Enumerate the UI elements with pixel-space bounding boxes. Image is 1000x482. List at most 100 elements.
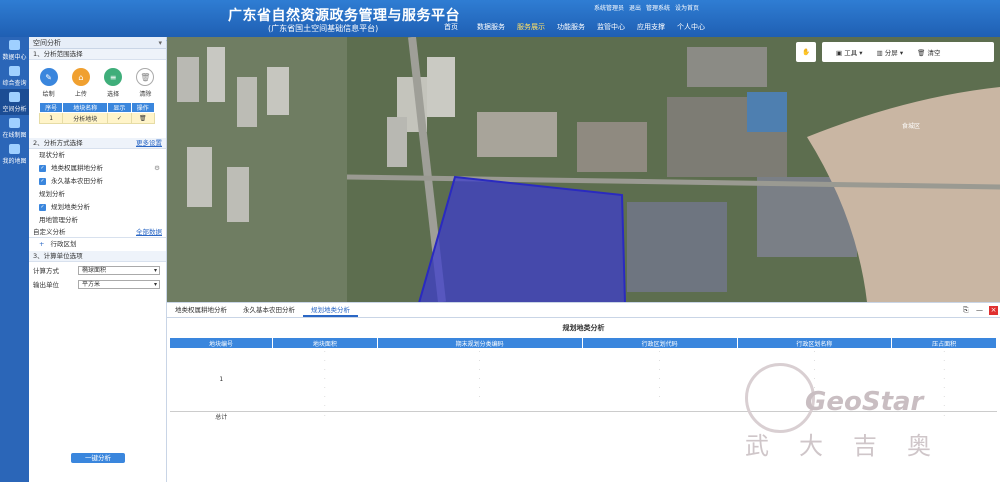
parcel-table: 序号 地块名称 显示 操作 1 分析地块 ✓ 🗑: [38, 102, 156, 124]
admin-region-label: 行政区划: [50, 240, 77, 248]
nav-supervision[interactable]: 监管中心: [592, 20, 630, 34]
split-label: 分屏: [884, 49, 898, 57]
tool-label: 选择: [107, 91, 120, 98]
admin-region-option[interactable]: + 行政区划: [29, 238, 166, 251]
map-pin-icon: [9, 143, 20, 154]
table-row[interactable]: 1 分析地块 ✓ 🗑: [38, 112, 156, 124]
iconbar-label: 我的地图: [2, 157, 27, 165]
panel-title-bar: 空间分析 ▾: [29, 37, 166, 49]
total-label: 总计: [170, 410, 273, 421]
satellite-imagery: [167, 37, 1000, 302]
delete-icon[interactable]: 🗑: [130, 112, 156, 124]
nav-personal[interactable]: 个人中心: [672, 20, 710, 34]
section-method-label: 2、分析方式选择: [33, 139, 83, 147]
col-header: 期末规划分类编码: [377, 338, 583, 348]
option-land-ownership[interactable]: ✓ 地类权属耕地分析 ⚙: [29, 162, 166, 175]
option-label: 规划地类分析: [51, 203, 90, 211]
calc-method-select[interactable]: 椭球面积: [78, 265, 160, 275]
iconbar-spatial-analysis[interactable]: 空间分析: [0, 89, 29, 115]
iconbar-data-center[interactable]: 数据中心: [0, 37, 29, 63]
admin-link[interactable]: 管理系统: [646, 3, 670, 12]
export-icon[interactable]: ⎘: [963, 306, 972, 315]
panel-title: 空间分析: [33, 39, 61, 47]
col-header: 行政区划代码: [582, 338, 738, 348]
clear-label: 清空: [927, 49, 941, 57]
set-home-link[interactable]: 设为首页: [675, 3, 699, 12]
nav-function-service[interactable]: 功能服务: [552, 20, 590, 34]
minimize-icon[interactable]: —: [976, 306, 985, 315]
iconbar-query[interactable]: 综合查询: [0, 63, 29, 89]
col-header: 显示: [107, 102, 132, 113]
parcel-id-cell: 1: [219, 376, 224, 383]
user-name[interactable]: 系统管理员: [594, 3, 624, 12]
nav-home[interactable]: 首页: [432, 20, 470, 34]
tab-farmland[interactable]: 永久基本农田分析: [235, 303, 303, 317]
user-bar: 系统管理员 退出 管理系统 设为首页: [594, 3, 704, 12]
trash-icon: 🗑: [136, 68, 155, 86]
app-title: 广东省自然资源政务管理与服务平台: [228, 8, 460, 24]
nav-service-display[interactable]: 服务展示: [512, 20, 550, 34]
gear-icon[interactable]: ⚙: [154, 162, 160, 175]
iconbar-online-mapping[interactable]: 在线制图: [0, 115, 29, 141]
col-header: 地块编号: [170, 338, 274, 348]
checkbox-checked[interactable]: ✓: [39, 204, 46, 211]
map-toolbar: ✋ ▣ 工具 ▾ ▥ 分屏 ▾ 🗑 清空: [796, 42, 994, 62]
app-root: 广东省自然资源政务管理与服务平台 (广东省国土空间基础信息平台) 系统管理员 退…: [0, 0, 1000, 482]
visible-check-icon[interactable]: ✓: [107, 112, 132, 124]
col-header: 压占面积: [891, 338, 997, 348]
header: 广东省自然资源政务管理与服务平台 (广东省国土空间基础信息平台) 系统管理员 退…: [0, 0, 1000, 37]
clear-tool[interactable]: 🗑 清除: [134, 68, 157, 98]
output-unit-row: 输出单位 平方米: [29, 278, 166, 290]
close-icon[interactable]: ×: [989, 306, 998, 315]
run-analysis-button[interactable]: 一键分析: [71, 453, 125, 463]
more-settings-link[interactable]: 更多设置: [136, 138, 162, 149]
checkbox-checked[interactable]: ✓: [39, 165, 46, 172]
select-tool[interactable]: ≡ 选择: [102, 68, 125, 98]
tools-menu[interactable]: ▣ 工具 ▾: [836, 47, 863, 57]
plus-icon: +: [39, 240, 45, 248]
tab-planning-land[interactable]: 规划地类分析: [303, 303, 358, 317]
option-planning-land[interactable]: ✓ 规划地类分析: [29, 201, 166, 214]
watermark-en: GeoStar: [805, 387, 924, 417]
iconbar-label: 数据中心: [2, 53, 27, 61]
results-panel: 地类权属耕地分析 永久基本农田分析 规划地类分析 ⎘ — × 规划地类分析 地块…: [167, 302, 1000, 482]
iconbar-my-map[interactable]: 我的地图: [0, 141, 29, 167]
search-icon: [9, 65, 20, 76]
place-label: 食城区: [902, 123, 921, 130]
section-range: 1、分析范围选择: [29, 49, 166, 60]
iconbar-label: 空间分析: [2, 105, 27, 113]
output-unit-select[interactable]: 平方米: [78, 279, 160, 289]
layers-icon: [9, 39, 20, 50]
logout-link[interactable]: 退出: [629, 3, 641, 12]
planning-analysis-label: 规划分析: [39, 190, 65, 198]
pen-icon: ✎: [39, 68, 58, 86]
nav-data-service[interactable]: 数据服务: [472, 20, 510, 34]
tools-label: 工具: [844, 49, 858, 57]
option-farmland[interactable]: ✓ 永久基本农田分析: [29, 175, 166, 188]
tool-label: 清除: [139, 91, 152, 98]
checkbox-checked[interactable]: ✓: [39, 178, 46, 185]
section-units: 3、计算单位选项: [29, 251, 166, 262]
map-view[interactable]: 食城区 ✋ ▣ 工具 ▾ ▥ 分屏 ▾ 🗑 清空: [167, 37, 1000, 302]
all-data-link[interactable]: 全部数据: [136, 227, 162, 238]
results-window-controls: ⎘ — ×: [959, 306, 998, 315]
analysis-panel: 空间分析 ▾ 1、分析范围选择 ✎ 绘制 ⌂ 上传 ≡ 选择 🗑 清除 序号 地…: [29, 37, 167, 482]
tool-label: 上传: [74, 91, 87, 98]
upload-tool[interactable]: ⌂ 上传: [69, 68, 92, 98]
range-tools: ✎ 绘制 ⌂ 上传 ≡ 选择 🗑 清除: [29, 60, 166, 98]
hand-icon[interactable]: ✋: [796, 42, 816, 62]
nav-app-support[interactable]: 应用支撑: [632, 20, 670, 34]
calc-method-row: 计算方式 椭球面积: [29, 264, 166, 276]
current-analysis-label: 现状分析: [39, 151, 65, 159]
draw-tool[interactable]: ✎ 绘制: [37, 68, 60, 98]
panel-collapse-icon[interactable]: ▾: [158, 37, 162, 49]
col-header: 序号: [38, 102, 64, 113]
split-screen-menu[interactable]: ▥ 分屏 ▾: [877, 47, 904, 57]
section-method: 2、分析方式选择 更多设置: [29, 138, 166, 149]
clear-map-button[interactable]: 🗑 清空: [917, 47, 940, 57]
cell: 分析地块: [62, 112, 109, 124]
list-icon: ≡: [104, 68, 123, 86]
left-icon-bar: 数据中心 综合查询 空间分析 在线制图 我的地图: [0, 37, 29, 482]
col-header: 行政区划名称: [737, 338, 893, 348]
tab-land-ownership[interactable]: 地类权属耕地分析: [167, 303, 235, 317]
